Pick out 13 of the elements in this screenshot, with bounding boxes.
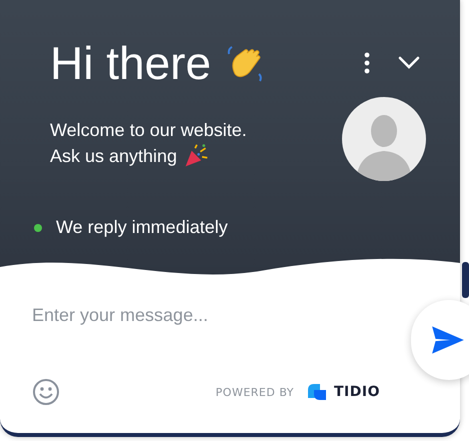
agent-avatar-icon <box>342 97 426 182</box>
greeting-title: Hi there <box>50 36 212 91</box>
more-options-icon[interactable] <box>364 52 370 74</box>
brand-name: TIDIO <box>334 384 380 400</box>
welcome-text: Ask us anything <box>50 145 178 168</box>
brand-logo-icon <box>306 382 328 402</box>
welcome-text: Welcome to our website. <box>50 119 247 142</box>
party-popper-icon <box>183 143 210 170</box>
collapse-chevron-icon[interactable] <box>398 56 420 70</box>
emoji-icon[interactable] <box>32 378 60 406</box>
status-text: We reply immediately <box>56 217 228 238</box>
send-icon <box>431 325 465 355</box>
powered-by-text: POWERED BY <box>216 386 294 398</box>
